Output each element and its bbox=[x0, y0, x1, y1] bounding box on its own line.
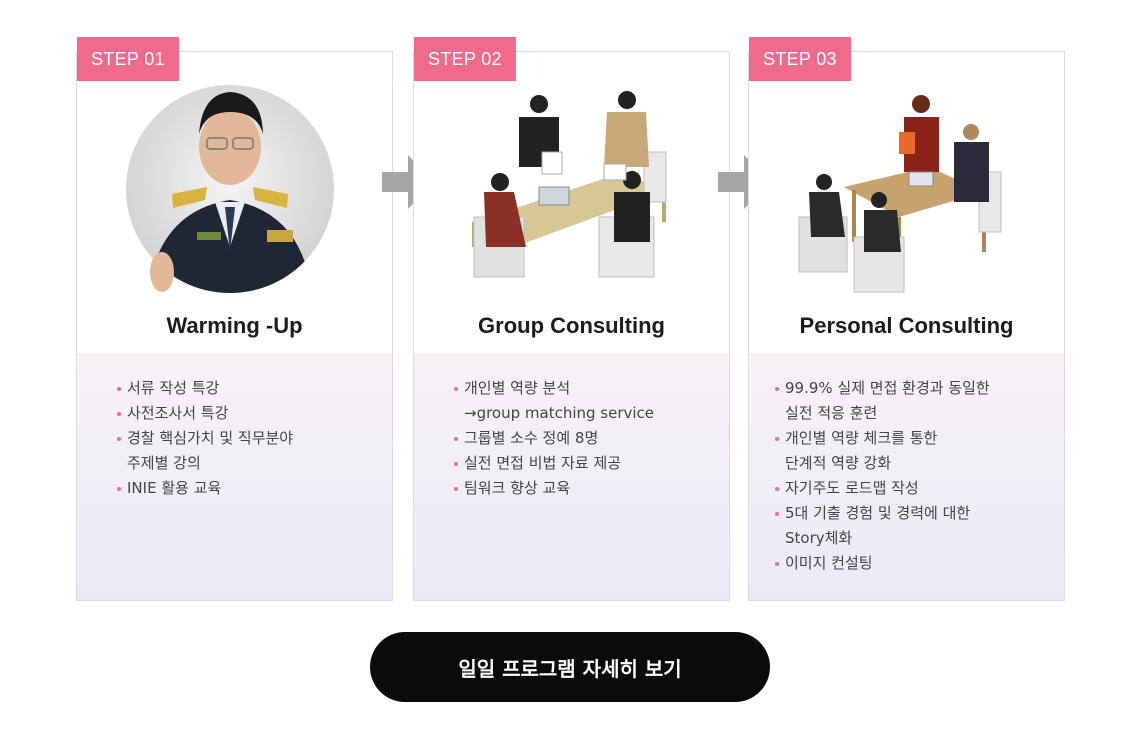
list-item: 팀워크 향상 교육 bbox=[454, 476, 709, 501]
list-item: 이미지 컨설팅 bbox=[775, 551, 1044, 576]
list-item: 사전조사서 특강 bbox=[117, 401, 372, 426]
step-items-list: 개인별 역량 분석 →group matching service 그룹별 소수 … bbox=[454, 376, 709, 501]
list-item: 실전 면접 비법 자료 제공 bbox=[454, 451, 709, 476]
list-item: 개인별 역량 분석 →group matching service bbox=[454, 376, 709, 426]
step-card-3: STEP 03 Personal Consulting 99.9% 실제 면접 … bbox=[748, 37, 1065, 601]
step-items-list: 99.9% 실제 면접 환경과 동일한 실전 적응 훈련 개인별 역량 체크를 통… bbox=[775, 376, 1044, 576]
list-item: 5대 기출 경험 및 경력에 대한 Story체화 bbox=[775, 501, 1044, 551]
instructor-portrait-image bbox=[126, 85, 334, 293]
step-title: Group Consulting bbox=[478, 313, 665, 338]
list-item: 자기주도 로드맵 작성 bbox=[775, 476, 1044, 501]
group-meeting-illustration bbox=[472, 91, 667, 278]
program-details-button[interactable]: 일일 프로그램 자세히 보기 bbox=[370, 632, 770, 702]
step-card-2: STEP 02 Group Consulting 개인별 역량 분석 →group… bbox=[413, 37, 730, 601]
personal-interview-illustration bbox=[798, 95, 1002, 293]
step-card-1: STEP 01 Warming -Up 서류 작성 특강 사전조사서 특강 경찰… bbox=[76, 37, 393, 601]
list-item: 개인별 역량 체크를 통한 단계적 역량 강화 bbox=[775, 426, 1044, 476]
list-item: INIE 활용 교육 bbox=[117, 476, 372, 501]
list-item: 99.9% 실제 면접 환경과 동일한 실전 적응 훈련 bbox=[775, 376, 1044, 426]
step-title: Warming -Up bbox=[166, 313, 303, 338]
list-item: 서류 작성 특강 bbox=[117, 376, 372, 401]
list-item: 경찰 핵심가치 및 직무분야 주제별 강의 bbox=[117, 426, 372, 476]
step-items-list: 서류 작성 특강 사전조사서 특강 경찰 핵심가치 및 직무분야 주제별 강의 I… bbox=[117, 376, 372, 501]
list-item: 그룹별 소수 정예 8명 bbox=[454, 426, 709, 451]
step-title: Personal Consulting bbox=[799, 313, 1014, 338]
